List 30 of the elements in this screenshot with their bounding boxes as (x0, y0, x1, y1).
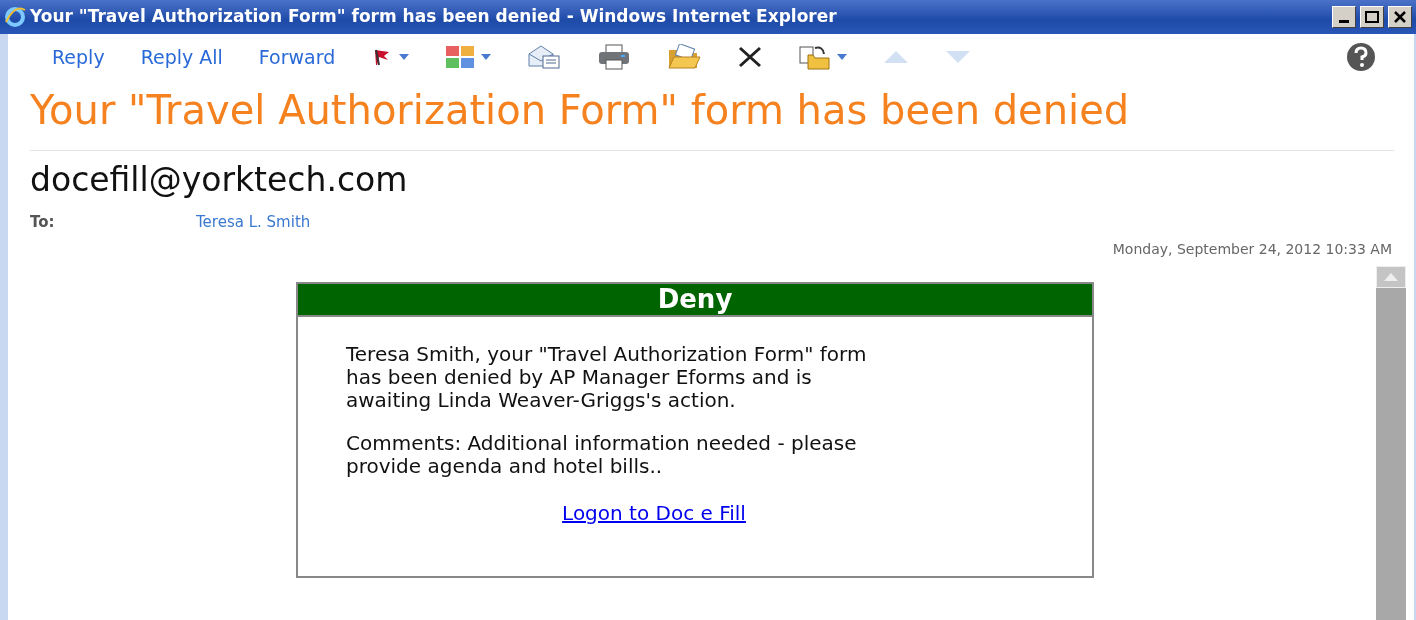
help-icon[interactable] (1346, 42, 1376, 72)
minimize-button[interactable] (1332, 6, 1356, 28)
notice-paragraph: Comments: Additional information needed - please provide agenda and hotel bills.. (346, 432, 858, 478)
browser-logo-icon (4, 6, 26, 28)
printer-icon[interactable] (597, 44, 632, 70)
toolbar-link[interactable]: Reply All (140, 42, 223, 72)
notice-paragraph: Teresa Smith, your "Travel Authorization Form" form has been denied by AP Manager Eforms and is awaiting Linda Weaver-Griggs's action. (346, 343, 868, 412)
recipient-label: To: (30, 211, 56, 233)
sender-address: docefill@yorktech.com (29, 159, 409, 201)
maximize-icon (1365, 11, 1379, 23)
email-subject: Your "Travel Authorization Form" form has been denied (29, 86, 1131, 135)
minimize-icon (1339, 20, 1349, 23)
envelope-icon[interactable] (527, 44, 562, 70)
caret-icon (481, 54, 492, 60)
close-icon[interactable] (737, 46, 764, 68)
scrollbar[interactable] (1376, 266, 1406, 620)
toolbar-link[interactable]: Reply (52, 42, 105, 72)
close-icon (1393, 11, 1407, 23)
caret-icon (399, 54, 410, 60)
up-arrow-icon (1384, 273, 1398, 281)
recipient-link[interactable]: Teresa L. Smith (196, 210, 311, 233)
caret-icon (837, 54, 848, 60)
toolbar-link[interactable]: Forward (258, 42, 336, 72)
folder-icon[interactable] (667, 44, 702, 70)
logon-link[interactable]: Logon to Doc e Fill (562, 501, 746, 525)
notice-heading: Deny (298, 284, 1092, 317)
close-button[interactable] (1388, 6, 1412, 28)
window-title: Your "Travel Authorization Form" form has been denied - Windows Internet Explorer (30, 5, 838, 29)
sent-date: Monday, September 24, 2012 10:33 AM (1111, 240, 1393, 259)
maximize-button[interactable] (1360, 6, 1384, 28)
